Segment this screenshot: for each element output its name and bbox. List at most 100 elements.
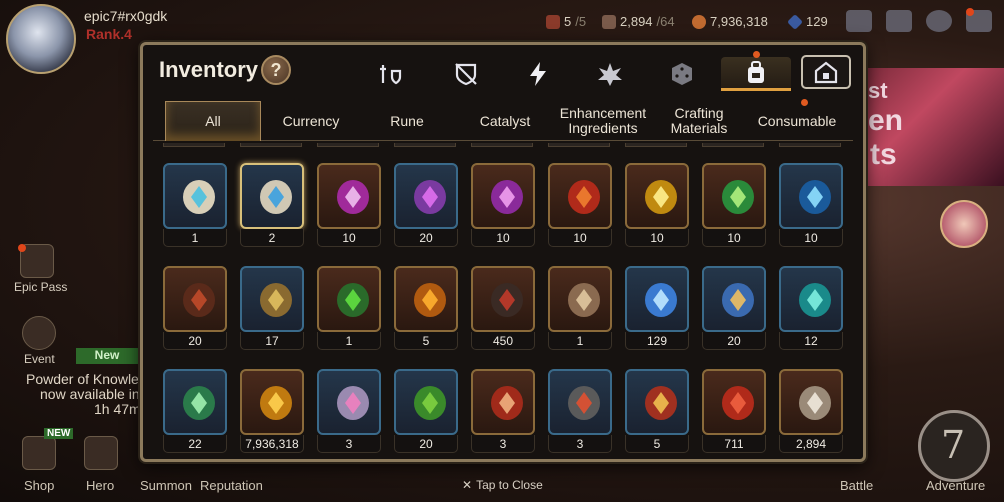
hero-icon[interactable] xyxy=(84,436,118,470)
tab-currency[interactable]: Currency xyxy=(265,101,357,141)
previous-row-slot-edge xyxy=(240,143,302,147)
inventory-item-slot[interactable]: 3 xyxy=(467,369,539,455)
inventory-item-slot[interactable]: 1 xyxy=(159,163,231,251)
item-frame xyxy=(702,369,766,435)
friends-icon[interactable] xyxy=(846,10,872,32)
inventory-item-slot[interactable]: 20 xyxy=(698,266,770,354)
purple-triangle-rune-icon xyxy=(414,180,446,214)
item-quantity: 3 xyxy=(548,435,612,453)
menu-notification-dot xyxy=(966,8,974,16)
equipment-icon[interactable] xyxy=(371,57,409,91)
dark-ring-icon xyxy=(491,283,523,317)
broken-heart-icon xyxy=(722,386,754,420)
item-quantity: 2,894 xyxy=(779,435,843,453)
tap-to-close[interactable]: ✕ Tap to Close xyxy=(462,478,543,492)
tab-enhancement-ingredients[interactable]: Enhancement Ingredients xyxy=(553,101,653,141)
inventory-item-slot[interactable]: 711 xyxy=(698,369,770,455)
mail-icon[interactable] xyxy=(886,10,912,32)
inventory-item-slot[interactable]: 1 xyxy=(544,266,616,354)
inventory-item-slot[interactable]: 10 xyxy=(775,163,847,251)
event-label[interactable]: Event xyxy=(24,352,55,366)
tab-consumable[interactable]: Consumable xyxy=(745,101,849,141)
item-quantity: 10 xyxy=(779,229,843,247)
hero-portrait-icon[interactable] xyxy=(940,200,988,248)
item-frame xyxy=(471,163,535,229)
stamina-counter[interactable]: 5/5 xyxy=(546,14,586,29)
previous-row-slot-edge xyxy=(625,143,687,147)
event-bell-icon[interactable] xyxy=(22,316,56,350)
tab-all[interactable]: All xyxy=(165,101,261,141)
ring-icon xyxy=(260,283,292,317)
inventory-item-slot[interactable]: 7,936,318 xyxy=(236,369,308,455)
inventory-item-slot[interactable]: 3 xyxy=(313,369,385,455)
item-frame xyxy=(702,266,766,332)
chat-icon[interactable] xyxy=(926,10,952,32)
inventory-item-slot[interactable]: 5 xyxy=(621,369,693,455)
item-quantity: 1 xyxy=(163,229,227,247)
yellow-orb-icon xyxy=(645,180,677,214)
summon-label[interactable]: Summon xyxy=(140,478,192,493)
item-quantity: 22 xyxy=(163,435,227,453)
inventory-item-slot[interactable]: 1 xyxy=(313,266,385,354)
blue-rune-stone-icon xyxy=(260,180,292,214)
inventory-item-slot[interactable]: 10 xyxy=(467,163,539,251)
inventory-item-slot[interactable]: 17 xyxy=(236,266,308,354)
inventory-item-slot[interactable]: 20 xyxy=(159,266,231,354)
backpack-icon[interactable] xyxy=(721,57,791,91)
energy-counter[interactable]: 2,894/64 xyxy=(602,14,675,29)
backpack-notification-dot xyxy=(753,51,760,58)
item-quantity: 5 xyxy=(394,332,458,350)
item-quantity: 1 xyxy=(317,332,381,350)
epic-pass-dot xyxy=(18,244,26,252)
lightning-icon[interactable] xyxy=(519,57,557,91)
green-heart-icon xyxy=(414,386,446,420)
spirit-icon[interactable] xyxy=(591,57,629,91)
inventory-item-slot[interactable]: 20 xyxy=(390,163,462,251)
help-button[interactable]: ? xyxy=(261,55,291,85)
inventory-title: Inventory xyxy=(159,57,259,82)
item-frame xyxy=(471,369,535,435)
inventory-item-slot[interactable]: 10 xyxy=(698,163,770,251)
item-frame xyxy=(394,266,458,332)
item-frame xyxy=(471,266,535,332)
inventory-item-slot[interactable]: 2 xyxy=(236,163,308,251)
tab-rune[interactable]: Rune xyxy=(361,101,453,141)
inventory-item-slot[interactable]: 2,894 xyxy=(775,369,847,455)
gold-icon xyxy=(692,14,706,29)
artifact-icon[interactable] xyxy=(447,57,485,91)
crystal-counter[interactable]: 129 xyxy=(787,13,828,30)
inventory-item-slot[interactable]: 12 xyxy=(775,266,847,354)
dice-icon[interactable] xyxy=(663,57,701,91)
gold-counter[interactable]: 7,936,318 xyxy=(692,14,768,29)
item-frame xyxy=(317,163,381,229)
shop-label[interactable]: Shop xyxy=(24,478,54,493)
battle-label[interactable]: Battle xyxy=(840,478,873,493)
inventory-item-slot[interactable]: 3 xyxy=(544,369,616,455)
inventory-item-slot[interactable]: 5 xyxy=(390,266,462,354)
hero-label[interactable]: Hero xyxy=(86,478,114,493)
tab-crafting-materials[interactable]: Crafting Materials xyxy=(655,101,743,141)
reputation-label[interactable]: Reputation xyxy=(200,478,263,493)
inventory-item-slot[interactable]: 20 xyxy=(390,369,462,455)
previous-row-peek xyxy=(153,143,853,149)
adventure-icon[interactable]: 7 xyxy=(918,410,990,482)
inventory-item-slot[interactable]: 10 xyxy=(621,163,693,251)
inventory-item-slot[interactable]: 22 xyxy=(159,369,231,455)
inventory-item-slot[interactable]: 129 xyxy=(621,266,693,354)
adventure-label[interactable]: Adventure xyxy=(926,478,985,493)
inventory-item-slot[interactable]: 10 xyxy=(544,163,616,251)
item-frame xyxy=(625,163,689,229)
item-quantity: 10 xyxy=(317,229,381,247)
epic-pass-label[interactable]: Epic Pass xyxy=(14,280,67,294)
tab-catalyst[interactable]: Catalyst xyxy=(459,101,551,141)
item-frame xyxy=(702,163,766,229)
inventory-item-slot[interactable]: 10 xyxy=(313,163,385,251)
house-icon[interactable] xyxy=(801,55,851,89)
shop-icon[interactable] xyxy=(22,436,56,470)
stamina-icon xyxy=(546,14,560,29)
player-avatar[interactable] xyxy=(6,4,76,74)
event-banner-art[interactable]: st en ts xyxy=(862,68,1004,186)
new-badge: New xyxy=(76,348,138,364)
inventory-item-slot[interactable]: 450 xyxy=(467,266,539,354)
inventory-sub-tabs: All Currency Rune Catalyst Enhancement I… xyxy=(153,99,853,141)
